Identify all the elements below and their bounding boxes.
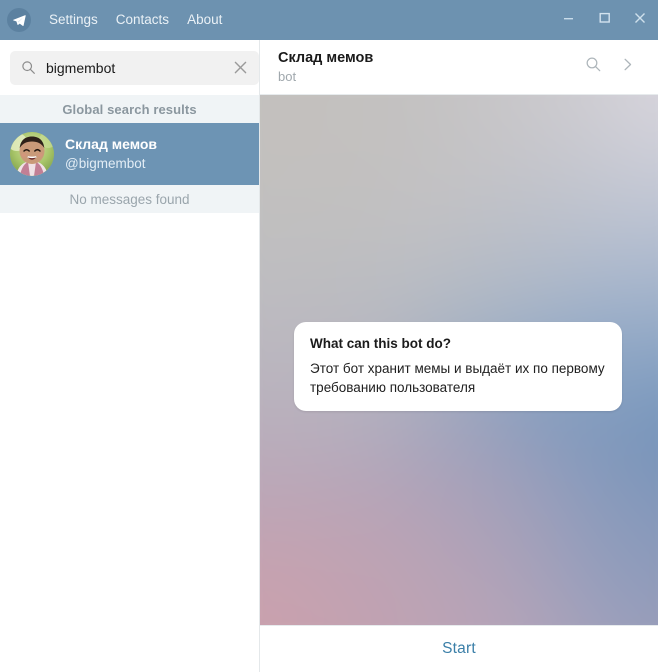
message-bubble[interactable]: What can this bot do? Этот бот хранит ме…	[294, 322, 622, 411]
no-messages-found-label: No messages found	[0, 185, 259, 213]
search-icon	[585, 56, 602, 78]
chat-header: Склад мемов bot	[260, 40, 658, 95]
close-icon	[234, 61, 246, 74]
sidebar: Global search results	[0, 40, 260, 672]
minimize-icon	[562, 11, 575, 29]
message-text: Этот бот хранит мемы и выдаёт их по перв…	[310, 361, 605, 395]
search-results-list: Global search results Склад мемов @bigme…	[0, 95, 259, 672]
list-item-title: Склад мемов	[65, 136, 158, 152]
search-input[interactable]	[37, 51, 227, 84]
chat-message-area: What can this bot do? Этот бот хранит ме…	[260, 95, 658, 625]
expand-panel-button[interactable]	[610, 50, 644, 84]
search-clear-button[interactable]	[227, 55, 253, 81]
main-body: Global search results	[0, 40, 658, 672]
list-item[interactable]: Склад мемов @bigmembot	[0, 123, 259, 185]
menu-bar: Settings Contacts About	[40, 7, 231, 33]
chevron-right-icon	[619, 56, 636, 78]
title-bar: Settings Contacts About	[0, 0, 658, 40]
message-heading: What can this bot do?	[310, 336, 451, 351]
telegram-window: Settings Contacts About bigmembot Global…	[0, 0, 658, 672]
window-controls	[550, 0, 658, 40]
chat-panel: Склад мемов bot What can this bot do? Эт…	[260, 40, 658, 672]
chat-search-button[interactable]	[576, 50, 610, 84]
chat-title: Склад мемов	[278, 50, 374, 66]
close-button[interactable]	[622, 0, 658, 40]
chat-header-texts[interactable]: Склад мемов bot	[278, 49, 576, 85]
avatar	[10, 132, 54, 176]
menu-item-settings[interactable]: Settings	[40, 7, 107, 33]
close-icon	[633, 11, 647, 30]
search-bar	[0, 40, 259, 95]
chat-subtitle: bot	[278, 69, 297, 84]
maximize-icon	[598, 11, 611, 29]
section-header-global-results: Global search results	[0, 95, 259, 123]
list-item-texts: Склад мемов @bigmembot	[65, 135, 157, 173]
search-box[interactable]	[10, 50, 259, 85]
start-button-label: Start	[442, 640, 476, 657]
start-button[interactable]: Start	[260, 625, 658, 672]
menu-item-about[interactable]: About	[178, 7, 231, 33]
telegram-paper-plane-icon	[7, 8, 31, 32]
maximize-button[interactable]	[586, 0, 622, 40]
minimize-button[interactable]	[550, 0, 586, 40]
list-item-username: @bigmembot	[65, 156, 146, 171]
search-icon	[19, 60, 37, 75]
avatar-photo	[10, 132, 54, 176]
menu-item-contacts[interactable]: Contacts	[107, 7, 178, 33]
